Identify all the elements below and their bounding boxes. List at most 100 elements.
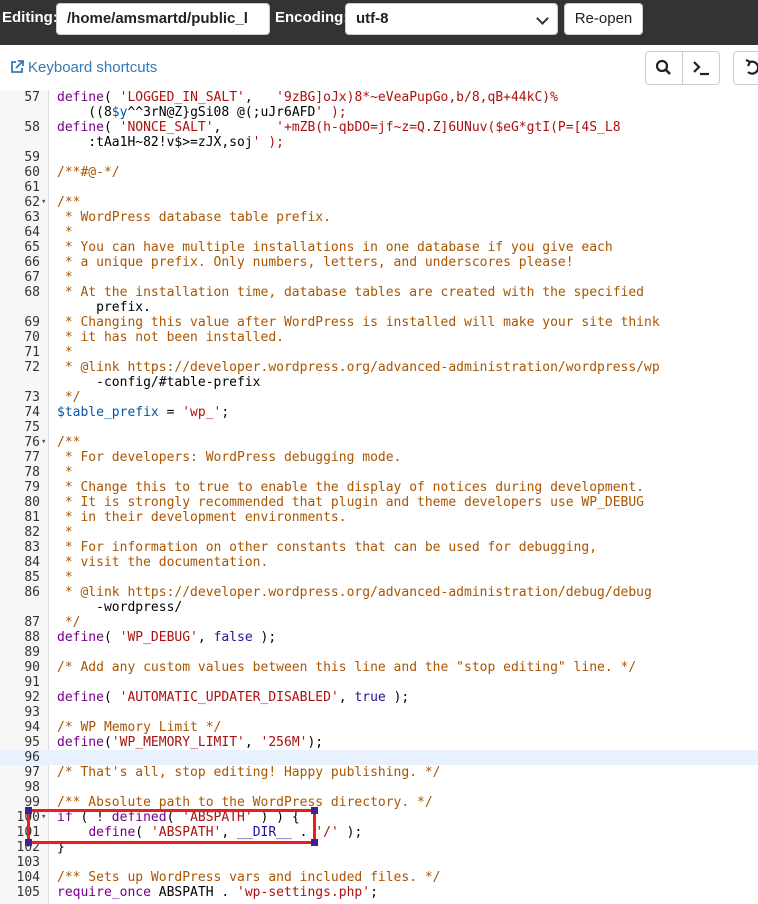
code-line[interactable]: 87 */	[0, 615, 758, 630]
code-line[interactable]: ((8$y^^3rN@Z}gSi08 @(;uJr6AFD' );	[0, 105, 758, 120]
code-line[interactable]: 99 /** Absolute path to the WordPress dir…	[0, 795, 758, 810]
line-number: 62	[24, 195, 40, 210]
fold-arrow-icon[interactable]: ▾	[41, 195, 46, 210]
code-line[interactable]: 59	[0, 150, 758, 165]
code-line[interactable]: 69 * Changing this value after WordPress…	[0, 315, 758, 330]
code-line[interactable]: 93	[0, 705, 758, 720]
code-line[interactable]: -wordpress/	[0, 600, 758, 615]
code-line[interactable]: 65 * You can have multiple installations…	[0, 240, 758, 255]
resize-handle	[311, 807, 318, 814]
code-line[interactable]: 88 define( 'WP_DEBUG', false );	[0, 630, 758, 645]
code-text: *	[57, 225, 73, 240]
code-editor[interactable]: 57 define( 'LOGGED_IN_SALT', '9zBG]oJx)8*…	[0, 90, 758, 904]
code-line[interactable]: 85 *	[0, 570, 758, 585]
line-number: 67	[24, 270, 40, 285]
code-line[interactable]: 72 * @link https://developer.wordpress.o…	[0, 360, 758, 375]
line-number: 59	[24, 150, 40, 165]
line-number: 79	[24, 480, 40, 495]
code-line[interactable]: 81 * in their development environments.	[0, 510, 758, 525]
line-number: 96	[24, 750, 40, 765]
code-text: /** Sets up WordPress vars and included …	[57, 870, 441, 885]
line-number: 91	[24, 675, 40, 690]
encoding-select[interactable]: utf-8	[345, 3, 558, 35]
reopen-button[interactable]: Re-open	[564, 3, 643, 35]
line-number: 86	[24, 585, 40, 600]
code-line[interactable]: 89	[0, 645, 758, 660]
code-line[interactable]: 103	[0, 855, 758, 870]
code-line[interactable]: 76 ▾ /**	[0, 435, 758, 450]
code-text: /**	[57, 435, 81, 450]
line-number: 82	[24, 525, 40, 540]
code-text: define( 'WP_DEBUG', false );	[57, 630, 277, 645]
code-line[interactable]: 80 * It is strongly recommended that plu…	[0, 495, 758, 510]
line-number: 69	[24, 315, 40, 330]
encoding-label: Encoding:	[275, 9, 349, 26]
fold-arrow-icon[interactable]: ▾	[41, 435, 46, 450]
code-line[interactable]: 61	[0, 180, 758, 195]
external-link-icon	[11, 60, 24, 73]
line-number: 105	[16, 885, 40, 900]
code-text: define( 'NONCE_SALT', '+mZB(h-qbDO=jf~z=…	[57, 120, 621, 135]
code-line[interactable]: 77 * For developers: WordPress debugging…	[0, 450, 758, 465]
code-line[interactable]: 73 */	[0, 390, 758, 405]
code-line[interactable]: 90 /* Add any custom values between this …	[0, 660, 758, 675]
code-line[interactable]: 105 require_once ABSPATH . 'wp-settings.p…	[0, 885, 758, 900]
code-line[interactable]: 66 * a unique prefix. Only numbers, lett…	[0, 255, 758, 270]
line-number: 83	[24, 540, 40, 555]
code-text: $table_prefix = 'wp_';	[57, 405, 230, 420]
resize-handle	[25, 839, 32, 846]
code-line[interactable]: 57 define( 'LOGGED_IN_SALT', '9zBG]oJx)8*…	[0, 90, 758, 105]
code-line[interactable]: 79 * Change this to true to enable the d…	[0, 480, 758, 495]
code-text: * For information on other constants tha…	[57, 540, 598, 555]
code-line[interactable]: 58 define( 'NONCE_SALT', '+mZB(h-qbDO=jf~…	[0, 120, 758, 135]
code-text: * WordPress database table prefix.	[57, 210, 331, 225]
code-line[interactable]: 96	[0, 750, 758, 765]
code-text: define( 'LOGGED_IN_SALT', '9zBG]oJx)8*~e…	[57, 90, 558, 105]
code-line[interactable]: 78 *	[0, 465, 758, 480]
code-line[interactable]: 74 $table_prefix = 'wp_';	[0, 405, 758, 420]
code-line[interactable]: 75	[0, 420, 758, 435]
editing-label: Editing:	[2, 9, 58, 26]
code-line[interactable]: 68 * At the installation time, database …	[0, 285, 758, 300]
code-line[interactable]: 60 /**#@-*/	[0, 165, 758, 180]
line-number: 94	[24, 720, 40, 735]
code-text: define( 'AUTOMATIC_UPDATER_DISABLED', tr…	[57, 690, 410, 705]
code-line[interactable]: 92 define( 'AUTOMATIC_UPDATER_DISABLED', …	[0, 690, 758, 705]
code-line[interactable]: 62 ▾ /**	[0, 195, 758, 210]
code-line[interactable]: 91	[0, 675, 758, 690]
code-line[interactable]: prefix.	[0, 300, 758, 315]
file-path-input[interactable]: /home/amsmartd/public_l	[56, 3, 270, 35]
line-number: 98	[24, 780, 40, 795]
terminal-button[interactable]	[682, 51, 720, 85]
resize-handle	[311, 839, 318, 846]
code-line[interactable]: 71 *	[0, 345, 758, 360]
code-line[interactable]: 98	[0, 780, 758, 795]
code-line[interactable]: 67 *	[0, 270, 758, 285]
chevron-down-icon	[536, 12, 549, 25]
code-line[interactable]: 64 *	[0, 225, 758, 240]
code-line[interactable]: 104 /** Sets up WordPress vars and includ…	[0, 870, 758, 885]
undo-button[interactable]	[733, 51, 758, 85]
code-line[interactable]: 82 *	[0, 525, 758, 540]
code-line[interactable]: :tAa1H~82!v$>=zJX,soj' );	[0, 135, 758, 150]
code-line[interactable]: 63 * WordPress database table prefix.	[0, 210, 758, 225]
code-line[interactable]: 70 * it has not been installed.	[0, 330, 758, 345]
code-line[interactable]: 84 * visit the documentation.	[0, 555, 758, 570]
search-button[interactable]	[645, 51, 683, 85]
code-line[interactable]: -config/#table-prefix	[0, 375, 758, 390]
code-line[interactable]: 95 define('WP_MEMORY_LIMIT', '256M');	[0, 735, 758, 750]
code-text: *	[57, 570, 73, 585]
line-number: 81	[24, 510, 40, 525]
code-text: /** Absolute path to the WordPress direc…	[57, 795, 433, 810]
keyboard-shortcuts-link[interactable]: Keyboard shortcuts	[10, 59, 157, 76]
code-text: require_once ABSPATH . 'wp-settings.php'…	[57, 885, 378, 900]
line-number: 68	[24, 285, 40, 300]
code-text: -config/#table-prefix	[57, 375, 261, 390]
code-line[interactable]: 97 /* That's all, stop editing! Happy pub…	[0, 765, 758, 780]
code-line[interactable]: 83 * For information on other constants …	[0, 540, 758, 555]
line-number: 74	[24, 405, 40, 420]
code-line[interactable]: 94 /* WP Memory Limit */	[0, 720, 758, 735]
code-text: * @link https://developer.wordpress.org/…	[57, 585, 652, 600]
keyboard-shortcuts-label: Keyboard shortcuts	[28, 59, 158, 76]
code-line[interactable]: 86 * @link https://developer.wordpress.o…	[0, 585, 758, 600]
